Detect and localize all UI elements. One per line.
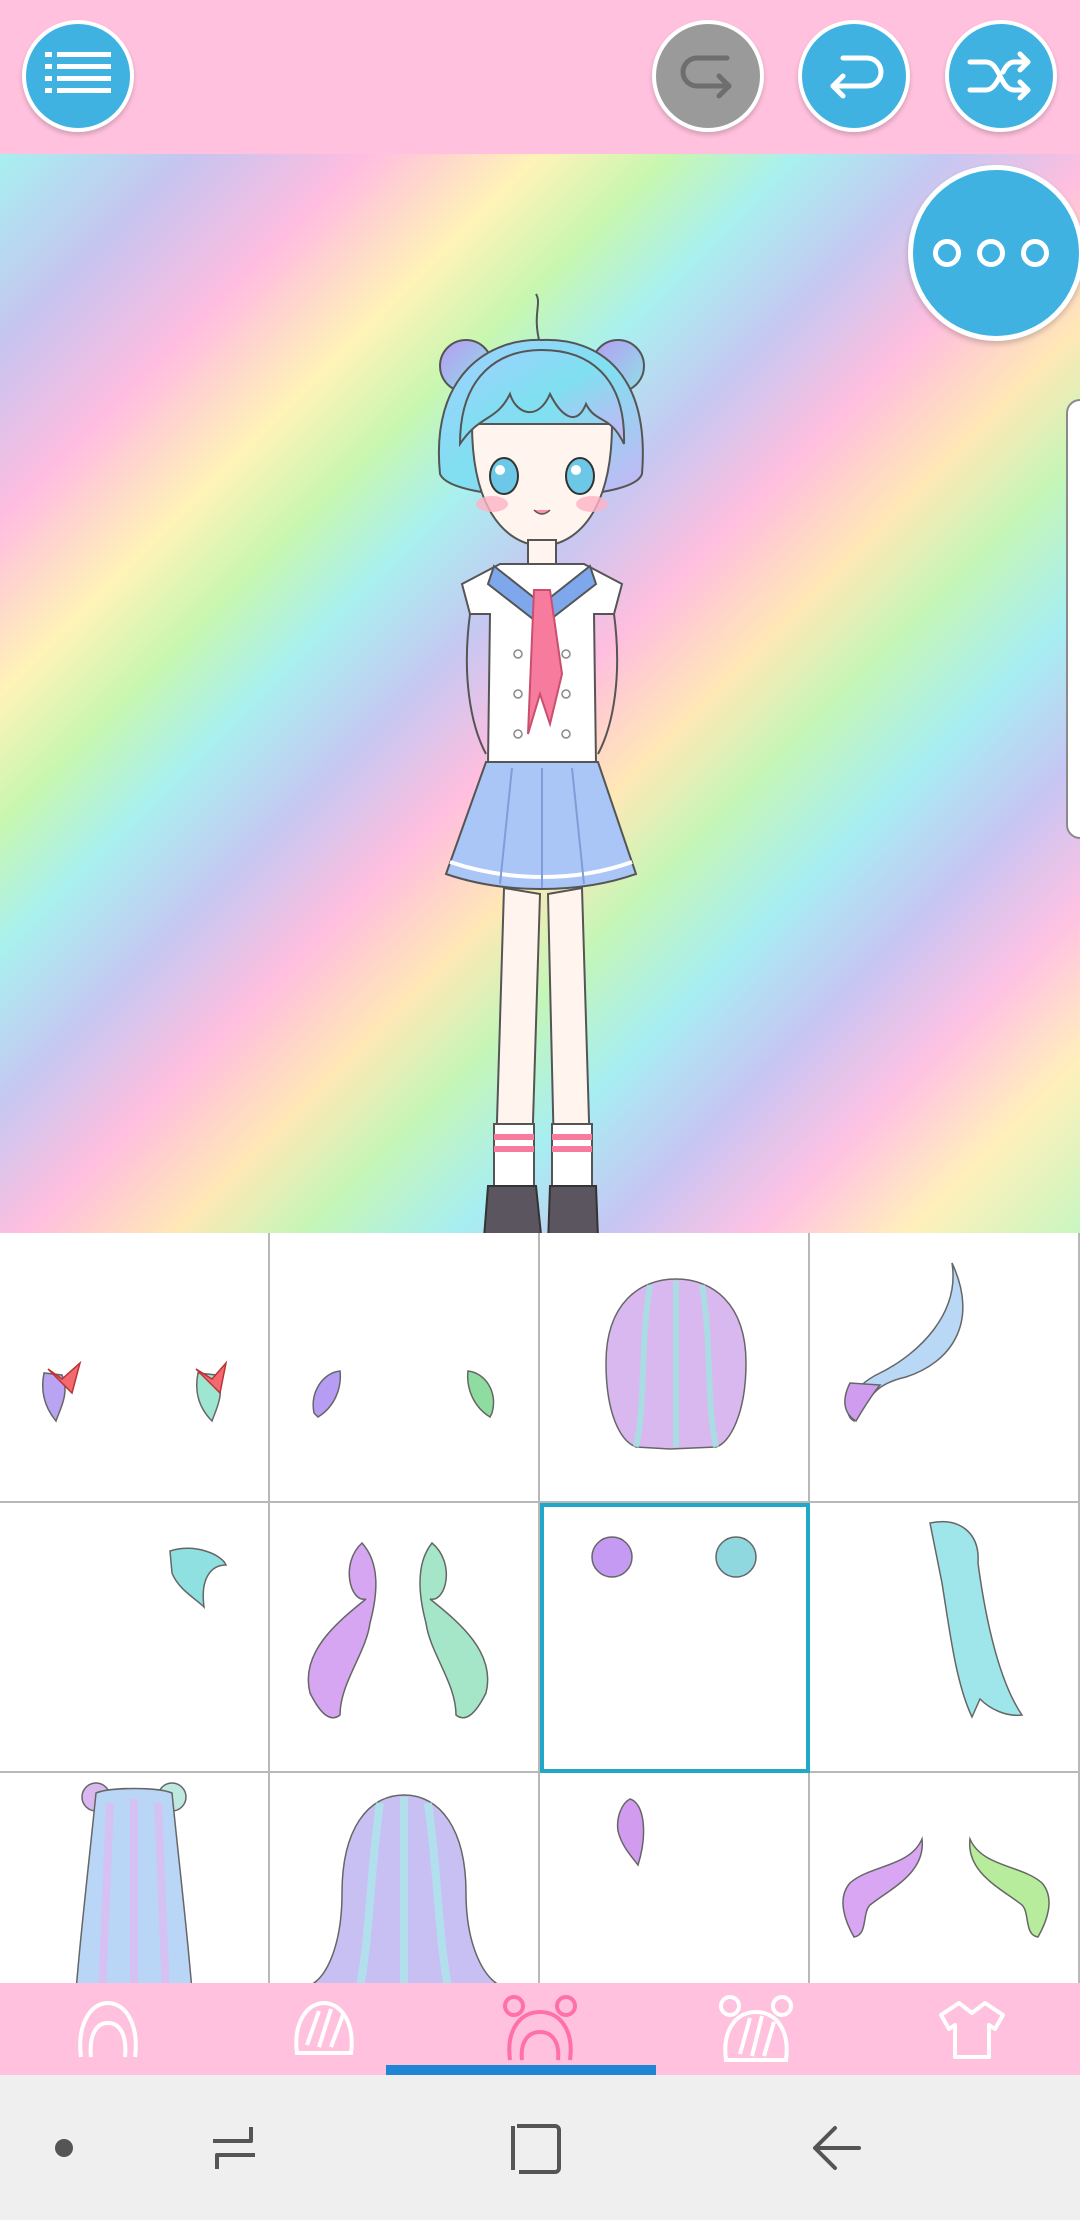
- redo-arrow-icon: [680, 55, 732, 99]
- three-dots-icon: [1021, 239, 1049, 267]
- category-tab-bar: [0, 1983, 1080, 2075]
- dot-icon: [55, 2138, 73, 2157]
- item-twin-tails[interactable]: [270, 1503, 540, 1773]
- system-navigation-bar: [0, 2075, 1080, 2220]
- home-square-icon: [511, 2123, 561, 2174]
- item-double-buns[interactable]: [540, 1503, 810, 1773]
- item-long-twin-buns[interactable]: [0, 1773, 270, 1983]
- dress-up-app: [0, 0, 1080, 2220]
- back-button[interactable]: [757, 2075, 917, 2220]
- item-curly-twin-tails[interactable]: [810, 1773, 1080, 1983]
- face-outline-icon: [78, 2000, 138, 2058]
- twin-tails-icon: [307, 1541, 489, 1719]
- short-bob-icon: [605, 1278, 747, 1450]
- tab-clothes[interactable]: [864, 1983, 1080, 2075]
- long-side-hair-icon: [929, 1521, 1024, 1719]
- undo-button[interactable]: [798, 20, 910, 132]
- back-hair-icon: [719, 1995, 793, 2062]
- character-figure: [437, 293, 645, 1233]
- side-curl-icon: [169, 1547, 228, 1610]
- long-back-hair-icon: [312, 1794, 498, 1983]
- small-ponytail-icon: [616, 1798, 645, 1867]
- item-short-bob[interactable]: [540, 1233, 810, 1503]
- undo-arrow-icon: [830, 55, 884, 99]
- item-ribbon-side-tufts[interactable]: [0, 1233, 270, 1503]
- redo-button[interactable]: [652, 20, 764, 132]
- item-small-ponytail[interactable]: [540, 1773, 810, 1983]
- item-grid: [0, 1233, 1080, 1983]
- tab-face[interactable]: [0, 1983, 216, 2075]
- ponytail-icon: [844, 1262, 964, 1423]
- bun-hair-icon: [503, 1995, 577, 2061]
- more-options-button[interactable]: [908, 165, 1080, 341]
- front-hair-icon: [294, 2000, 354, 2055]
- dot-button[interactable]: [0, 2075, 144, 2220]
- recent-apps-button[interactable]: [154, 2075, 314, 2220]
- side-tufts-ribbon-icon: [42, 1360, 228, 1423]
- tab-hair-accessory[interactable]: [432, 1983, 648, 2075]
- shirt-icon: [939, 2001, 1005, 2059]
- top-toolbar: [0, 0, 1080, 154]
- item-braided-tufts[interactable]: [270, 1233, 540, 1503]
- menu-button[interactable]: [22, 20, 134, 132]
- shuffle-icon: [967, 51, 1031, 101]
- curly-twin-tails-icon: [842, 1836, 1050, 1938]
- active-tab-indicator: [386, 2065, 656, 2075]
- long-hair-buns-icon: [75, 1782, 193, 1983]
- recent-apps-icon: [213, 2126, 255, 2169]
- side-panel-handle[interactable]: [1066, 399, 1080, 839]
- item-long-straight-side[interactable]: [810, 1503, 1080, 1773]
- character-canvas: [0, 154, 1080, 1233]
- item-long-ponytail[interactable]: [810, 1233, 1080, 1503]
- back-arrow-icon: [813, 2125, 861, 2170]
- tab-back-hair[interactable]: [648, 1983, 864, 2075]
- braided-tufts-icon: [312, 1370, 495, 1419]
- shuffle-button[interactable]: [945, 20, 1057, 132]
- tab-front-hair[interactable]: [216, 1983, 432, 2075]
- three-dots-icon: [977, 239, 1005, 267]
- three-dots-icon: [933, 239, 961, 267]
- item-small-side-curl[interactable]: [0, 1503, 270, 1773]
- home-button[interactable]: [455, 2075, 615, 2220]
- list-menu-icon: [45, 52, 111, 93]
- item-long-back-hair[interactable]: [270, 1773, 540, 1983]
- double-buns-icon: [591, 1536, 757, 1578]
